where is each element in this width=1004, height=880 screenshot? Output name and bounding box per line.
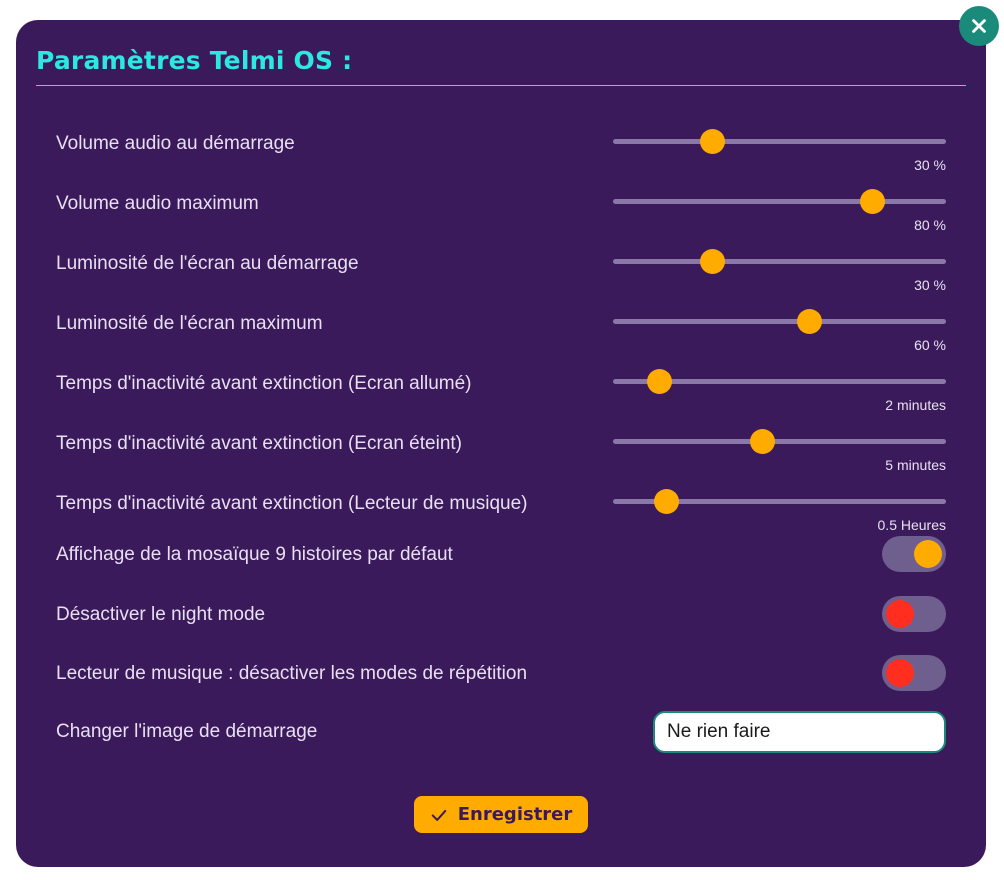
slider-value: 30 % [914, 157, 946, 173]
slider-value: 5 minutes [885, 457, 946, 473]
slider-thumb[interactable] [796, 309, 822, 334]
setting-label: Lecteur de musique : désactiver les mode… [56, 663, 528, 684]
setting-row-max-volume: Volume audio maximum 80 % [56, 185, 946, 245]
setting-row-idle-screen-off: Temps d'inactivité avant extinction (Ecr… [56, 425, 946, 485]
startup-volume-slider[interactable]: 30 % [613, 125, 946, 185]
title-divider [36, 85, 966, 86]
toggle-knob [886, 600, 914, 628]
save-button[interactable]: Enregistrer [414, 796, 588, 833]
slider-value: 2 minutes [885, 397, 946, 413]
startup-image-select[interactable]: Ne rien faire [653, 711, 946, 753]
night-mode-toggle[interactable] [882, 596, 946, 632]
slider-value: 0.5 Heures [877, 517, 946, 533]
slider-value: 30 % [914, 277, 946, 293]
setting-label: Volume audio maximum [56, 193, 259, 214]
slider-thumb[interactable] [700, 129, 726, 154]
setting-label: Temps d'inactivité avant extinction (Lec… [56, 493, 528, 514]
mosaic-default-toggle[interactable] [882, 536, 946, 572]
setting-label: Temps d'inactivité avant extinction (Ecr… [56, 433, 462, 454]
dialog-title: Paramètres Telmi OS : [36, 46, 353, 75]
slider-value: 80 % [914, 217, 946, 233]
setting-row-idle-screen-on: Temps d'inactivité avant extinction (Ecr… [56, 365, 946, 425]
setting-row-mosaic-default: Affichage de la mosaïque 9 histoires par… [56, 536, 946, 596]
setting-row-startup-image: Changer l'image de démarrage Ne rien fai… [56, 711, 946, 771]
setting-row-startup-volume: Volume audio au démarrage 30 % [56, 125, 946, 185]
setting-label: Changer l'image de démarrage [56, 721, 318, 742]
save-button-label: Enregistrer [457, 804, 573, 825]
toggle-knob [886, 659, 914, 687]
slider-thumb[interactable] [647, 369, 673, 394]
repeat-modes-toggle[interactable] [882, 655, 946, 691]
setting-row-repeat-modes: Lecteur de musique : désactiver les mode… [56, 655, 946, 715]
slider-thumb[interactable] [750, 429, 776, 454]
idle-screen-on-slider[interactable]: 2 minutes [613, 365, 946, 425]
slider-thumb[interactable] [860, 189, 886, 214]
setting-label: Affichage de la mosaïque 9 histoires par… [56, 544, 453, 565]
slider-thumb[interactable] [653, 489, 679, 514]
slider-track [613, 259, 946, 264]
settings-dialog: Paramètres Telmi OS : Volume audio au dé… [16, 20, 986, 867]
close-button[interactable] [959, 6, 999, 46]
slider-value: 60 % [914, 337, 946, 353]
slider-thumb[interactable] [700, 249, 726, 274]
toggle-knob [914, 540, 942, 568]
setting-label: Temps d'inactivité avant extinction (Ecr… [56, 373, 472, 394]
slider-track [613, 319, 946, 324]
slider-track [613, 199, 946, 204]
setting-label: Volume audio au démarrage [56, 133, 295, 154]
setting-label: Désactiver le night mode [56, 604, 266, 625]
check-icon [431, 809, 447, 821]
idle-screen-off-slider[interactable]: 5 minutes [613, 425, 946, 485]
max-brightness-slider[interactable]: 60 % [613, 305, 946, 365]
slider-track [613, 139, 946, 144]
setting-label: Luminosité de l'écran maximum [56, 313, 323, 334]
slider-track [613, 439, 946, 444]
max-volume-slider[interactable]: 80 % [613, 185, 946, 245]
setting-row-night-mode: Désactiver le night mode [56, 596, 946, 656]
startup-brightness-slider[interactable]: 30 % [613, 245, 946, 305]
setting-row-max-brightness: Luminosité de l'écran maximum 60 % [56, 305, 946, 365]
setting-row-startup-brightness: Luminosité de l'écran au démarrage 30 % [56, 245, 946, 305]
setting-label: Luminosité de l'écran au démarrage [56, 253, 359, 274]
close-icon [972, 19, 986, 33]
